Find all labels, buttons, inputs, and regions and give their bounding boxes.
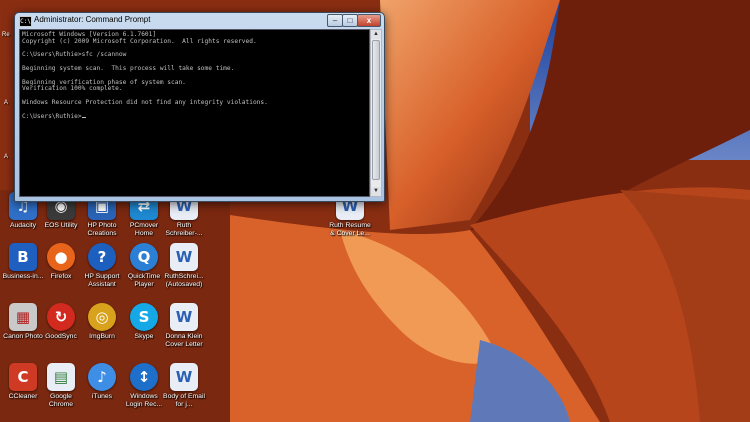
desktop-icon-donna-klein[interactable]: W Donna Klein Cover Letter <box>161 303 207 349</box>
briefcase-icon: B <box>9 243 37 271</box>
skype-icon: S <box>130 303 158 331</box>
console-line: Verification 100% complete. <box>22 85 123 93</box>
desktop-icon-ruth-schreiber-autosaved[interactable]: W RuthSchrei... (Autosaved) <box>161 243 207 289</box>
console-text: Microsoft Windows [Version 6.1.7601] Cop… <box>20 30 369 120</box>
window-titlebar[interactable]: C:\ Administrator: Command Prompt – □ x <box>15 13 384 28</box>
itunes-icon: ♪ <box>88 363 116 391</box>
console-output[interactable]: Microsoft Windows [Version 6.1.7601] Cop… <box>19 29 370 197</box>
desktop-icon-label: EOS Utility <box>44 222 78 229</box>
desktop-icon-label: HP Support Assistant <box>84 273 120 288</box>
console-line: Copyright (c) 2009 Microsoft Corporation… <box>22 37 257 45</box>
chrome-icon: ▤ <box>47 363 75 391</box>
desktop-icon-goodsync[interactable]: ↻ GoodSync <box>38 303 84 341</box>
desktop-icon-label: Ruth Resume & Cover Le... <box>329 222 371 237</box>
minimize-button[interactable]: – <box>327 14 343 27</box>
scroll-down-arrow-icon[interactable]: ▼ <box>371 187 381 196</box>
question-icon: ? <box>88 243 116 271</box>
scroll-up-arrow-icon[interactable]: ▲ <box>371 30 381 39</box>
desktop-icon-label: GoodSync <box>45 333 77 340</box>
canon-icon: ▦ <box>9 303 37 331</box>
desktop-icon-label: Firefox <box>50 273 72 280</box>
quicktime-icon: Q <box>130 243 158 271</box>
desktop-icon-label: Body of Email for j... <box>163 393 205 408</box>
document-icon: W <box>170 243 198 271</box>
scroll-thumb[interactable] <box>372 40 380 180</box>
peek-label-top: Re <box>2 32 10 38</box>
ccleaner-icon: C <box>9 363 37 391</box>
console-line: Beginning system scan. This process will… <box>22 64 235 72</box>
console-line: Windows Resource Protection did not find… <box>22 98 268 106</box>
desktop-icon-label: iTunes <box>91 393 113 400</box>
desktop-icon-imgburn[interactable]: ◎ ImgBurn <box>79 303 125 341</box>
desktop-icon-itunes[interactable]: ♪ iTunes <box>79 363 125 401</box>
maximize-button[interactable]: □ <box>342 14 358 27</box>
peek-label-mid: A <box>4 100 9 106</box>
firefox-icon: ● <box>47 243 75 271</box>
desktop-icon-body-of-email[interactable]: W Body of Email for j... <box>161 363 207 409</box>
command-prompt-window[interactable]: C:\ Administrator: Command Prompt – □ x … <box>14 12 385 202</box>
document-icon: W <box>170 363 198 391</box>
text-cursor <box>81 116 86 118</box>
desktop-icon-label: ImgBurn <box>89 333 115 340</box>
window-title: Administrator: Command Prompt <box>34 15 151 24</box>
console-line: C:\Users\Ruthie>sfc /scannow <box>22 51 127 59</box>
desktop-icon-label: Donna Klein Cover Letter <box>165 333 203 348</box>
command-prompt-icon: C:\ <box>19 16 32 27</box>
console-line: C:\Users\Ruthie> <box>22 112 82 120</box>
desktop: Re A A ♫ Audacity ◉ EOS Utility ▣ HP Pho… <box>0 0 750 422</box>
sync-icon: ↻ <box>47 303 75 331</box>
peeking-desktop-labels: Re A A <box>0 20 14 180</box>
peek-label-low: A <box>4 154 9 160</box>
disc-icon: ◎ <box>88 303 116 331</box>
document-icon: W <box>170 303 198 331</box>
desktop-icon-hp-support-assistant[interactable]: ? HP Support Assistant <box>79 243 125 289</box>
desktop-icon-label: Google Chrome <box>48 393 74 408</box>
desktop-icon-firefox[interactable]: ● Firefox <box>38 243 84 281</box>
desktop-icon-label: HP Photo Creations <box>87 222 117 237</box>
desktop-icon-label: RuthSchrei... (Autosaved) <box>164 273 204 288</box>
vertical-scrollbar[interactable]: ▲ ▼ <box>370 29 382 197</box>
close-button[interactable]: x <box>357 14 381 27</box>
thermometer-icon: ↕ <box>130 363 158 391</box>
desktop-icon-google-chrome[interactable]: ▤ Google Chrome <box>38 363 84 409</box>
desktop-icon-label: Ruth Schreiber-... <box>165 222 203 237</box>
